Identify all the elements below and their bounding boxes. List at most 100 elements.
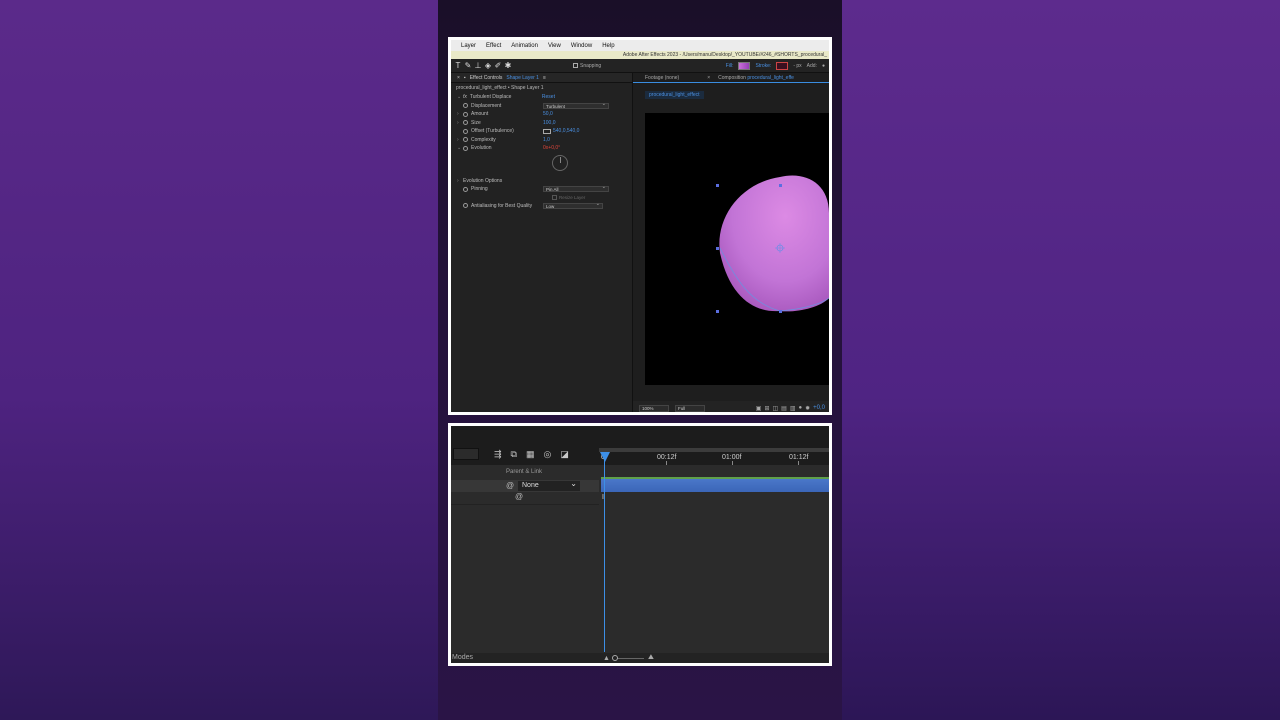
frame-blending-icon[interactable]: ◎ (544, 449, 552, 460)
tab-composition[interactable]: Composition procedural_light_effe (718, 75, 794, 81)
work-area-bar[interactable] (599, 448, 829, 452)
parent-link-header: Parent & Link (506, 469, 543, 475)
menu-effect[interactable]: Effect (486, 43, 501, 49)
menu-help[interactable]: Help (602, 43, 614, 49)
menu-layer[interactable]: Layer (461, 43, 476, 49)
resize-layer-checkbox[interactable] (552, 195, 557, 200)
layer-row[interactable]: @ None (451, 479, 599, 492)
zoom-slider[interactable] (611, 654, 644, 661)
graph-editor-icon[interactable]: ◪ (560, 449, 569, 460)
channel-icon[interactable]: ▤ (781, 405, 787, 412)
resolution-dropdown[interactable]: Full (675, 404, 705, 412)
antialiasing-dropdown[interactable]: Low (543, 202, 603, 209)
eraser-tool-icon[interactable]: ◈ (483, 61, 493, 71)
exposure-value[interactable]: +0,0 (813, 405, 825, 412)
stopwatch-icon[interactable] (463, 111, 468, 117)
composition-tabs: Footage (none) × Composition procedural_… (633, 73, 829, 83)
offset-value[interactable]: 540,0,540,0 (553, 128, 579, 134)
stopwatch-icon[interactable] (463, 120, 468, 126)
toolbar-right: Fill: Stroke: - px Add: ● (725, 61, 829, 70)
brush-tool-icon[interactable]: ✎ (463, 61, 473, 71)
composition-panel: Footage (none) × Composition procedural_… (633, 73, 829, 412)
comp-flowchart-icon[interactable]: ⇶ (494, 449, 502, 460)
prop-label: Complexity (471, 136, 496, 143)
time-ruler[interactable]: 0f 00:12f 01:00f 01:12f (599, 446, 829, 465)
mask-icon[interactable]: ◫ (772, 405, 778, 412)
menu-view[interactable]: View (548, 43, 561, 49)
pinning-dropdown[interactable]: Pin All (543, 185, 609, 193)
color-icon[interactable]: ● (798, 405, 802, 412)
background-left (0, 0, 438, 720)
lock-icon[interactable]: ▪ (464, 75, 466, 81)
reset-link[interactable]: Reset (542, 94, 555, 100)
zoom-out-icon[interactable]: ▲ (603, 655, 610, 662)
grid-icon[interactable]: ⊞ (764, 405, 769, 412)
displacement-dropdown[interactable]: Turbulent (543, 102, 609, 109)
ruler-label: 01:12f (789, 454, 809, 461)
shape-blob (719, 175, 829, 312)
crosshair-icon[interactable] (543, 128, 551, 134)
stopwatch-icon[interactable] (463, 145, 468, 151)
bounding-handle (716, 184, 719, 187)
evolution-value[interactable]: 0x+0,0° (543, 145, 560, 151)
stroke-px[interactable]: - px (793, 63, 801, 69)
bounding-handle (779, 310, 782, 313)
background-right (842, 0, 1280, 720)
pick-whip-icon[interactable]: @ (506, 481, 514, 490)
stopwatch-icon[interactable] (463, 186, 468, 192)
comp-tab-prefix: Composition (718, 74, 746, 81)
clone-stamp-icon[interactable]: ⊥ (473, 61, 483, 71)
type-tool-icon[interactable]: T (453, 61, 463, 71)
draft-3d-icon[interactable]: ⧉ (511, 449, 517, 460)
prop-label: Amount (471, 111, 489, 118)
effect-controls-tab-label: Effect Controls (469, 74, 503, 81)
comp-breadcrumb[interactable]: procedural_light_effect (645, 91, 704, 99)
toggle-modes-button[interactable]: Modes (451, 653, 473, 663)
evolution-dial[interactable] (552, 154, 568, 171)
complexity-value[interactable]: 1,0 (543, 137, 550, 143)
layer-duration-bar[interactable] (601, 479, 829, 492)
title-bar: Adobe After Effects 2023 - /Users/manu/D… (451, 51, 829, 59)
pick-whip-icon[interactable]: @ (515, 492, 523, 501)
panel-menu-icon[interactable]: ≡ (543, 75, 546, 81)
zoom-in-icon[interactable]: ⛰ (648, 654, 654, 662)
playhead-handle[interactable] (600, 452, 610, 462)
fx-icon[interactable]: fx (463, 94, 467, 100)
resize-layer-row: Resize Layer (451, 194, 632, 202)
region-icon[interactable]: ▥ (790, 405, 796, 412)
menu-window[interactable]: Window (571, 43, 592, 49)
viewer-icons: ▣ ⊞ ◫ ▤ ▥ ● ✹ +0,0 (756, 405, 829, 412)
composition-viewer[interactable] (645, 113, 829, 385)
fill-swatch[interactable] (738, 61, 751, 70)
timeline-search-input[interactable] (453, 448, 479, 460)
effect-controls-tab[interactable]: × ▪ Effect Controls Shape Layer 1 ≡ (451, 73, 632, 83)
stopwatch-icon[interactable] (463, 128, 468, 134)
menu-animation[interactable]: Animation (511, 43, 538, 49)
parent-dropdown[interactable]: None (518, 479, 580, 491)
zoom-slider-knob[interactable] (611, 654, 618, 661)
stopwatch-icon[interactable] (463, 137, 468, 143)
size-value[interactable]: 100,0 (543, 120, 556, 126)
resize-layer-label: Resize Layer (559, 195, 586, 200)
bounding-handle (779, 184, 782, 187)
playhead-line[interactable] (604, 452, 605, 652)
stroke-swatch[interactable] (776, 61, 789, 70)
zoom-dropdown[interactable]: 100% (639, 404, 669, 412)
add-icon[interactable]: ● (822, 63, 825, 69)
close-icon[interactable]: × (457, 75, 460, 81)
close-icon[interactable]: × (707, 75, 710, 81)
settings-icon[interactable]: ✹ (805, 405, 810, 412)
roto-brush-icon[interactable]: ✐ (493, 61, 503, 71)
amount-value[interactable]: 50,0 (543, 111, 553, 117)
tab-footage[interactable]: Footage (none) (645, 75, 679, 81)
snapping-checkbox[interactable] (573, 63, 578, 68)
fill-label: Fill: (725, 62, 734, 69)
puppet-pin-icon[interactable]: ✱ (503, 61, 513, 71)
shy-layers-icon[interactable]: ▦ (526, 449, 535, 460)
stopwatch-icon[interactable] (463, 203, 468, 209)
text-cursor-icon: I (602, 494, 604, 501)
snapshot-icon[interactable]: ▣ (756, 405, 762, 412)
effect-controls-subheader: procedural_light_effect • Shape Layer 1 (456, 85, 544, 91)
prop-antialiasing: Antialiasing for Best Quality Low (451, 202, 632, 211)
stopwatch-icon[interactable] (463, 103, 468, 109)
